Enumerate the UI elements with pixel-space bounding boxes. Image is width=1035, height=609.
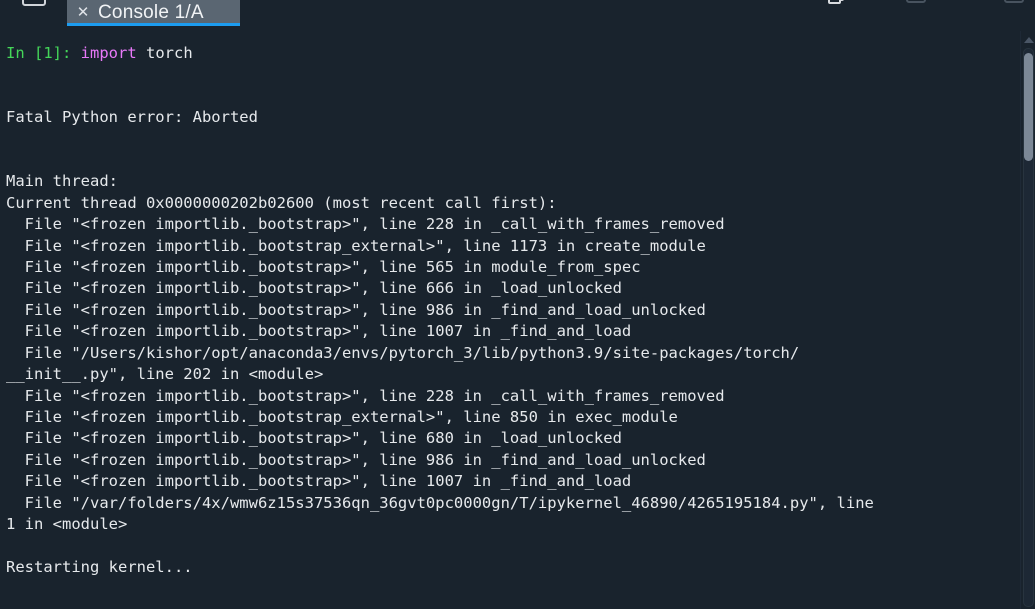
- console-line: File "<frozen importlib._bootstrap>", li…: [6, 214, 1035, 235]
- console-line: 1 in <module>: [6, 514, 1035, 535]
- tab-label: Console 1/A: [98, 2, 204, 24]
- copy-icon[interactable]: [828, 0, 843, 4]
- input-prompt: In [1]:: [6, 44, 71, 62]
- scrollbar-thumb[interactable]: [1024, 53, 1033, 161]
- console-line: File "<frozen importlib._bootstrap_exter…: [6, 236, 1035, 257]
- console-line: File "/var/folders/4x/wmw6z15s37536qn_36…: [6, 493, 1035, 514]
- console-line: Current thread 0x0000000202b02600 (most …: [6, 193, 1035, 214]
- console-input-line: In [1]: import torch: [6, 43, 1035, 64]
- close-icon[interactable]: ✕: [76, 6, 90, 20]
- input-keyword: import: [81, 44, 137, 62]
- console-blank-line: [6, 535, 1035, 556]
- input-argument: torch: [146, 44, 193, 62]
- console-line: File "<frozen importlib._bootstrap>", li…: [6, 450, 1035, 471]
- console-line: File "<frozen importlib._bootstrap>", li…: [6, 386, 1035, 407]
- console-blank-line: [6, 64, 1035, 85]
- console-line: Main thread:: [6, 171, 1035, 192]
- panel-layout-icon[interactable]: [22, 0, 46, 6]
- toolbar: ✕ Console 1/A: [0, 0, 1035, 26]
- console-blank-line: [6, 150, 1035, 171]
- console-line: __init__.py", line 202 in <module>: [6, 364, 1035, 385]
- copy-icon-front-sheet: [828, 0, 841, 4]
- input-space-2: [137, 44, 146, 62]
- console-line: File "/Users/kishor/opt/anaconda3/envs/p…: [6, 343, 1035, 364]
- console-blank-line: [6, 86, 1035, 107]
- input-space-1: [71, 44, 80, 62]
- console-line: File "<frozen importlib._bootstrap>", li…: [6, 321, 1035, 342]
- console-line: File "<frozen importlib._bootstrap>", li…: [6, 300, 1035, 321]
- console-line: File "<frozen importlib._bootstrap_exter…: [6, 407, 1035, 428]
- tab-active-indicator: [67, 23, 240, 26]
- console-traceback: Fatal Python error: Aborted Main thread:…: [6, 64, 1035, 578]
- console-line: File "<frozen importlib._bootstrap>", li…: [6, 471, 1035, 492]
- console-line: Fatal Python error: Aborted: [6, 107, 1035, 128]
- console-blank-line: [6, 129, 1035, 150]
- console-output-pane[interactable]: In [1]: import torch Fatal Python error:…: [0, 31, 1035, 609]
- toolbar-icon-a[interactable]: [906, 0, 926, 3]
- console-line: File "<frozen importlib._bootstrap>", li…: [6, 428, 1035, 449]
- spyder-console-window: ✕ Console 1/A In [1]: import torch Fatal…: [0, 0, 1035, 609]
- console-line: Restarting kernel...: [6, 557, 1035, 578]
- console-line: File "<frozen importlib._bootstrap>", li…: [6, 257, 1035, 278]
- scroll-up-arrow-icon[interactable]: [1022, 33, 1035, 46]
- toolbar-icon-b[interactable]: [1004, 0, 1024, 3]
- vertical-scrollbar[interactable]: [1020, 31, 1035, 609]
- console-line: File "<frozen importlib._bootstrap>", li…: [6, 278, 1035, 299]
